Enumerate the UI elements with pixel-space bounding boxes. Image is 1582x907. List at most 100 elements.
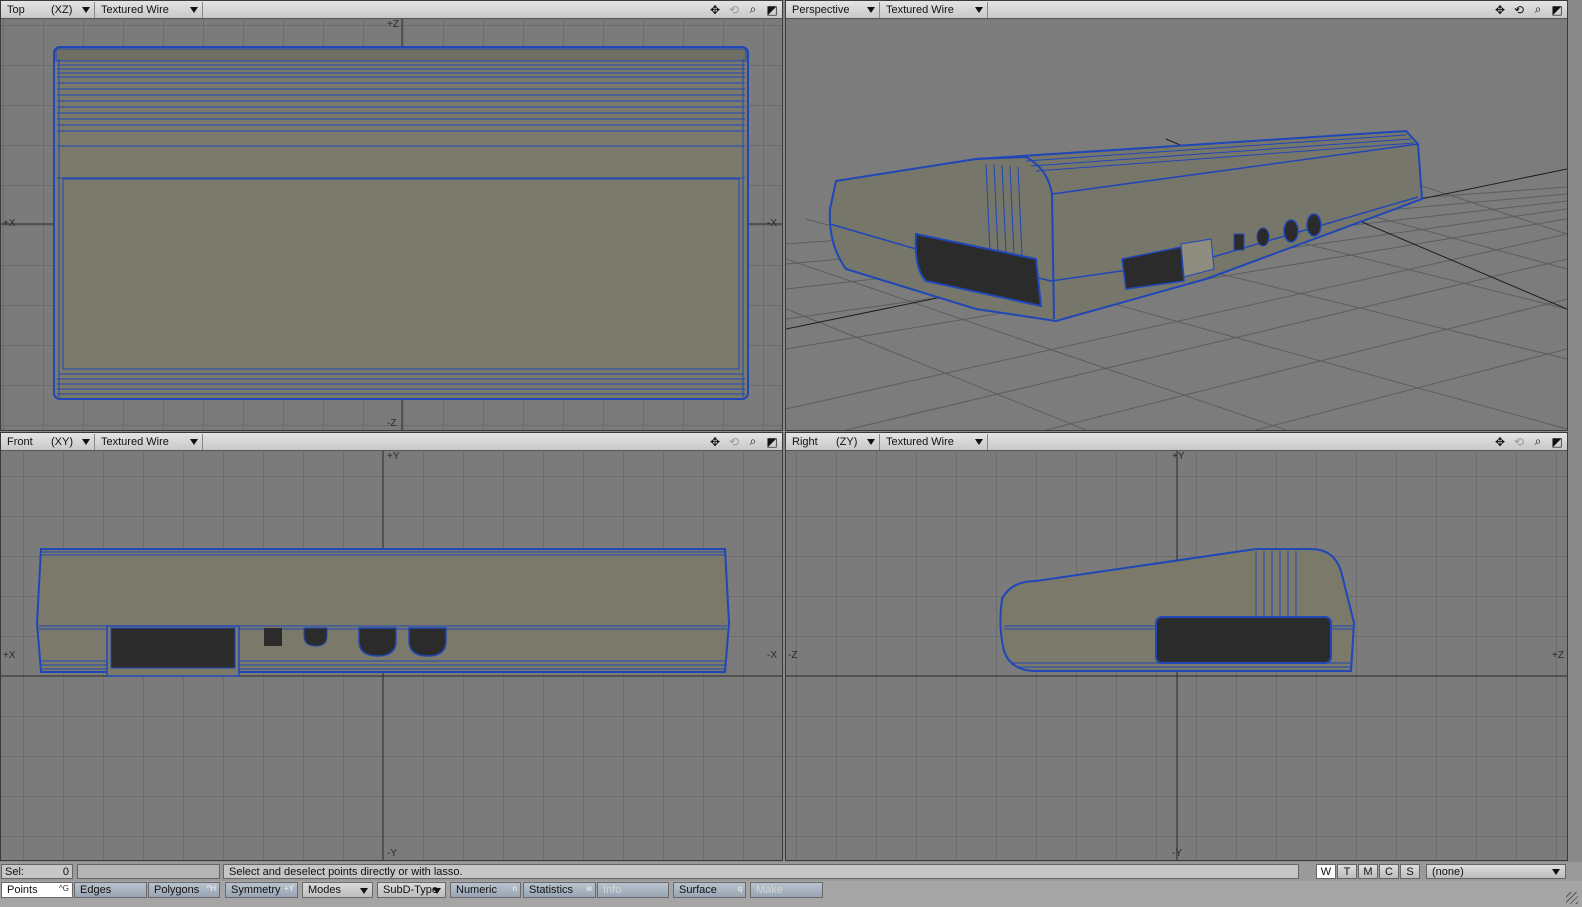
move-view-icon[interactable]: ✥: [707, 434, 723, 449]
chevron-down-icon: [867, 6, 875, 13]
statistics-label: Statistics: [529, 884, 574, 896]
axis-label-right: -X: [767, 218, 777, 229]
view-type-dropdown[interactable]: Front (XY): [1, 433, 95, 450]
viewport-front[interactable]: Front (XY) Textured Wire ✥ ⟲ ⌕ ◩ +Y -Y +…: [0, 432, 783, 861]
chevron-down-icon: [82, 438, 90, 445]
symmetry-button[interactable]: Symmetry +Y: [225, 882, 298, 898]
maximize-view-icon[interactable]: ◩: [764, 2, 780, 17]
right-view-drawing: [786, 451, 1567, 860]
viewport-canvas[interactable]: [786, 19, 1567, 430]
viewport-canvas[interactable]: +Z -Z +X -X: [1, 19, 782, 430]
viewport-canvas[interactable]: +Y -Y +X -X: [1, 451, 782, 860]
view-type-dropdown[interactable]: Right (ZY): [786, 433, 880, 450]
symmetry-label: Symmetry: [231, 884, 281, 896]
sel-label: Sel:: [5, 865, 24, 878]
maximize-view-icon[interactable]: ◩: [764, 434, 780, 449]
model-front: [35, 548, 731, 677]
surface-selector[interactable]: (none): [1426, 864, 1566, 879]
help-hint-text: Select and deselect points directly or w…: [229, 865, 463, 878]
render-mode-label: Textured Wire: [886, 435, 954, 448]
zoom-view-icon[interactable]: ⌕: [1530, 434, 1546, 449]
toggle-w[interactable]: W: [1316, 864, 1336, 879]
viewport-perspective[interactable]: Perspective Textured Wire ✥ ⟲ ⌕ ◩: [785, 0, 1568, 431]
axis-label-top: +Y: [1172, 451, 1185, 462]
chevron-down-icon: [82, 6, 90, 13]
render-mode-dropdown[interactable]: Textured Wire: [95, 433, 203, 450]
viewport-tools: ✥ ⟲ ⌕ ◩: [707, 2, 780, 17]
chevron-down-icon: [433, 888, 441, 894]
make-button[interactable]: Make: [750, 882, 823, 898]
move-view-icon[interactable]: ✥: [1492, 2, 1508, 17]
rotate-view-icon[interactable]: ⟲: [726, 2, 742, 17]
model-top: [53, 46, 749, 400]
axis-label-left: +X: [3, 650, 16, 661]
chevron-down-icon: [360, 888, 368, 894]
view-type-dropdown[interactable]: Perspective: [786, 1, 880, 18]
axis-label-top: +Z: [387, 19, 399, 30]
mode-toolbar: Points ^G Edges Polygons ^H Symmetry +Y …: [0, 881, 1582, 907]
chevron-down-icon: [190, 438, 198, 445]
maximize-view-icon[interactable]: ◩: [1549, 2, 1565, 17]
subd-type-dropdown[interactable]: SubD-Type: [377, 882, 446, 898]
view-name: Right: [792, 435, 818, 448]
maximize-view-icon[interactable]: ◩: [1549, 434, 1565, 449]
polygons-mode-button[interactable]: Polygons ^H: [148, 882, 220, 898]
edges-mode-button[interactable]: Edges: [74, 882, 147, 898]
axis-label-left: -Z: [788, 650, 798, 661]
render-mode-label: Textured Wire: [101, 435, 169, 448]
chevron-down-icon: [975, 438, 983, 445]
rotate-view-icon[interactable]: ⟲: [1511, 434, 1527, 449]
chevron-down-icon: [867, 438, 875, 445]
info-button[interactable]: Info: [597, 882, 669, 898]
zoom-view-icon[interactable]: ⌕: [745, 434, 761, 449]
statistics-shortcut: w: [586, 884, 592, 893]
polygons-shortcut: ^H: [206, 884, 216, 893]
axis-label-bottom: -Z: [387, 418, 397, 429]
top-view-drawing: [1, 19, 782, 430]
chevron-down-icon: [975, 6, 983, 13]
render-mode-dropdown[interactable]: Textured Wire: [95, 1, 203, 18]
toggle-s[interactable]: S: [1400, 864, 1420, 879]
symmetry-shortcut: +Y: [283, 884, 294, 893]
selection-count-box: Sel: 0: [1, 864, 73, 879]
viewport-header: Front (XY) Textured Wire ✥ ⟲ ⌕ ◩: [1, 433, 782, 451]
axis-label-bottom: -Y: [387, 848, 397, 859]
viewport-top[interactable]: Top (XZ) Textured Wire ✥ ⟲ ⌕ ◩ +Z -Z +X …: [0, 0, 783, 431]
viewport-right[interactable]: Right (ZY) Textured Wire ✥ ⟲ ⌕ ◩ +Y -Y -…: [785, 432, 1568, 861]
rotate-view-icon[interactable]: ⟲: [726, 434, 742, 449]
view-name: Perspective: [792, 3, 850, 16]
axis-label-bottom: -Y: [1172, 848, 1182, 859]
surface-label: Surface: [679, 884, 717, 896]
viewport-header: Perspective Textured Wire ✥ ⟲ ⌕ ◩: [786, 1, 1567, 19]
render-mode-dropdown[interactable]: Textured Wire: [880, 1, 988, 18]
rotate-view-icon[interactable]: ⟲: [1511, 2, 1527, 17]
toggle-c[interactable]: C: [1379, 864, 1399, 879]
modes-dropdown[interactable]: Modes: [302, 882, 373, 898]
toggle-m[interactable]: M: [1358, 864, 1378, 879]
polygons-label: Polygons: [154, 884, 200, 896]
edges-label: Edges: [80, 884, 112, 896]
chevron-down-icon: [190, 6, 198, 13]
move-view-icon[interactable]: ✥: [707, 2, 723, 17]
chevron-down-icon: [1552, 869, 1560, 875]
zoom-view-icon[interactable]: ⌕: [1530, 2, 1546, 17]
zoom-view-icon[interactable]: ⌕: [745, 2, 761, 17]
render-mode-dropdown[interactable]: Textured Wire: [880, 433, 988, 450]
axis-label-top: +Y: [387, 451, 400, 462]
toggle-t[interactable]: T: [1337, 864, 1357, 879]
view-name: Top: [7, 3, 25, 16]
numeric-label: Numeric: [456, 884, 497, 896]
status-bar: Sel: 0 Select and deselect points direct…: [0, 862, 1582, 881]
view-type-dropdown[interactable]: Top (XZ): [1, 1, 95, 18]
move-view-icon[interactable]: ✥: [1492, 434, 1508, 449]
sel-count: 0: [62, 865, 69, 878]
numeric-button[interactable]: Numeric n: [450, 882, 521, 898]
modes-label: Modes: [308, 884, 342, 896]
statistics-button[interactable]: Statistics w: [523, 882, 596, 898]
resize-grip-icon[interactable]: [1566, 892, 1578, 904]
numeric-shortcut: n: [512, 884, 517, 893]
progress-field: [77, 864, 220, 879]
viewport-canvas[interactable]: +Y -Y -Z +Z: [786, 451, 1567, 860]
surface-button[interactable]: Surface q: [673, 882, 746, 898]
points-mode-button[interactable]: Points ^G: [1, 882, 73, 898]
